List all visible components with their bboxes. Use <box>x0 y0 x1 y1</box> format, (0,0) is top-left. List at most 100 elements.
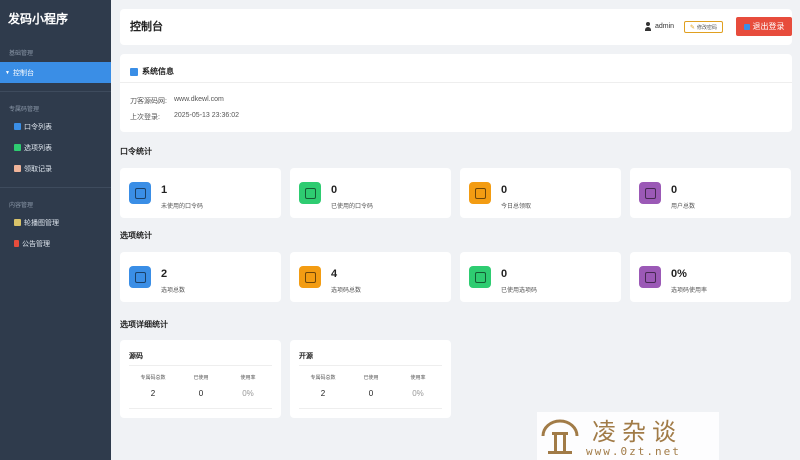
check-icon <box>14 144 21 151</box>
stat-card: 0 用户总数 <box>630 168 791 218</box>
current-user: admin <box>644 22 674 31</box>
stat-value: 0 <box>501 184 508 196</box>
column-header: 已使用 <box>363 375 379 381</box>
nav-group-content: 内容管理 轮播图管理 公告管理 <box>0 200 111 254</box>
watermark-text: 凌杂谈 <box>592 418 682 446</box>
stat-card: 0 已使用的口令码 <box>290 168 451 218</box>
nav-group-codes: 专属码管理 口令列表 选项列表 领取记录 <box>0 104 111 188</box>
sidebar-item-label: 公告管理 <box>22 240 50 248</box>
sidebar-item-carousel[interactable]: 轮播图管理 <box>0 212 111 233</box>
column-header: 使用率 <box>410 375 426 381</box>
system-info-card: 系统信息 刀客源码网: www.dkewl.com 上次登录: 2025-05-… <box>120 54 792 132</box>
nav-group-title: 内容管理 <box>9 203 34 209</box>
stat-value: 1 <box>161 184 168 196</box>
stat-card: 4 选项码总数 <box>290 252 451 302</box>
detail-value: 0% <box>412 389 424 398</box>
sidebar-item-dashboard[interactable]: ▼ 控制台 <box>0 62 111 83</box>
code-icon <box>129 182 151 204</box>
sidebar-item-option-list[interactable]: 选项列表 <box>0 137 111 158</box>
stat-card: 1 未使用的口令码 <box>120 168 281 218</box>
divider <box>120 82 792 83</box>
checkmark-icon <box>299 182 321 204</box>
detail-col-rate: 使用率 0% <box>224 374 272 398</box>
detail-col-total: 专属码总数 2 <box>299 374 347 398</box>
watermark-url: www.0zt.net <box>586 445 681 458</box>
system-info-header: 系统信息 <box>130 66 174 77</box>
divider <box>129 365 272 366</box>
divider <box>0 91 111 92</box>
column-header: 专属码总数 <box>140 375 166 381</box>
image-icon <box>14 219 21 226</box>
sidebar-item-label: 轮播图管理 <box>24 219 59 227</box>
detail-value: 0 <box>368 389 374 398</box>
stat-label: 选项码使用率 <box>671 288 708 294</box>
divider <box>129 408 272 409</box>
pencil-icon: ✎ <box>689 24 695 31</box>
sidebar-item-claim-records[interactable]: 领取记录 <box>0 158 111 179</box>
detail-col-total: 专属码总数 2 <box>129 374 177 398</box>
keyboard-icon <box>299 266 321 288</box>
change-password-label: 修改密码 <box>697 24 718 31</box>
stat-label: 已使用的口令码 <box>331 204 374 210</box>
detail-value: 2 <box>320 389 326 398</box>
sidebar-item-label: 口令列表 <box>24 123 52 131</box>
logout-button[interactable]: 退出登录 <box>736 17 792 36</box>
stat-label: 未使用的口令码 <box>161 204 204 210</box>
divider <box>299 365 442 366</box>
detail-value: 2 <box>150 389 156 398</box>
stat-value: 0 <box>331 184 338 196</box>
stat-label: 选项码总数 <box>331 288 362 294</box>
option-name: 源码 <box>129 353 143 360</box>
nav-group-basic: 基础管理 ▼ 控制台 <box>0 48 111 92</box>
stat-label: 已使用选项码 <box>501 288 538 294</box>
stat-value: 2 <box>161 268 168 280</box>
info-row-last-login: 上次登录: 2025-05-13 23:36:02 <box>130 112 239 122</box>
stat-card: 0% 选项码使用率 <box>630 252 791 302</box>
stat-card: 2 选项总数 <box>120 252 281 302</box>
column-header: 专属码总数 <box>310 375 336 381</box>
info-icon <box>130 67 138 76</box>
stat-value: 4 <box>331 268 338 280</box>
sidebar-item-announcements[interactable]: 公告管理 <box>0 233 111 254</box>
brand-title: 发码小程序 <box>8 11 69 26</box>
sidebar-item-label: 选项列表 <box>24 144 52 152</box>
detail-col-used: 已使用 0 <box>347 374 395 398</box>
target-icon <box>469 266 491 288</box>
divider <box>0 187 111 188</box>
option-detail-card: 开源 专属码总数 2 已使用 0 使用率 0% <box>290 340 451 418</box>
stat-label: 今日总领取 <box>501 204 532 210</box>
page-title: 控制台 <box>130 21 163 33</box>
logout-icon <box>743 23 750 30</box>
stat-card: 0 今日总领取 <box>460 168 621 218</box>
sidebar-item-label: 控制台 <box>12 69 34 77</box>
info-value: www.dkewl.com <box>174 96 224 103</box>
megaphone-icon <box>14 240 19 247</box>
stat-value: 0 <box>501 268 508 280</box>
stat-card: 0 已使用选项码 <box>460 252 621 302</box>
section-title-code-stats: 口令统计 <box>120 147 152 156</box>
change-password-button[interactable]: ✎ 修改密码 <box>684 21 723 33</box>
info-row-site: 刀客源码网: www.dkewl.com <box>130 96 224 106</box>
option-detail-card: 源码 专属码总数 2 已使用 0 使用率 0% <box>120 340 281 418</box>
stat-value: 0 <box>671 184 678 196</box>
chevron-down-icon: ▼ <box>5 69 10 76</box>
username: admin <box>655 23 675 30</box>
stat-label: 选项总数 <box>161 288 186 294</box>
info-key: 上次登录: <box>130 114 160 121</box>
user-icon <box>644 22 652 31</box>
list-icon <box>14 123 21 130</box>
stat-value: 0% <box>671 268 687 280</box>
detail-col-used: 已使用 0 <box>177 374 225 398</box>
calendar-icon <box>469 182 491 204</box>
sidebar-item-code-list[interactable]: 口令列表 <box>0 116 111 137</box>
system-info-title: 系统信息 <box>142 67 174 76</box>
sidebar: 发码小程序 基础管理 ▼ 控制台 专属码管理 口令列表 选项列表 领取记录 内容… <box>0 0 111 460</box>
option-name: 开源 <box>299 353 313 360</box>
puzzle-icon <box>129 266 151 288</box>
column-header: 使用率 <box>240 375 256 381</box>
detail-col-rate: 使用率 0% <box>394 374 442 398</box>
header-bar: 控制台 admin ✎ 修改密码 退出登录 <box>120 9 792 45</box>
bar-chart-icon <box>639 266 661 288</box>
info-key: 刀客源码网: <box>130 98 167 105</box>
logout-label: 退出登录 <box>752 22 785 31</box>
